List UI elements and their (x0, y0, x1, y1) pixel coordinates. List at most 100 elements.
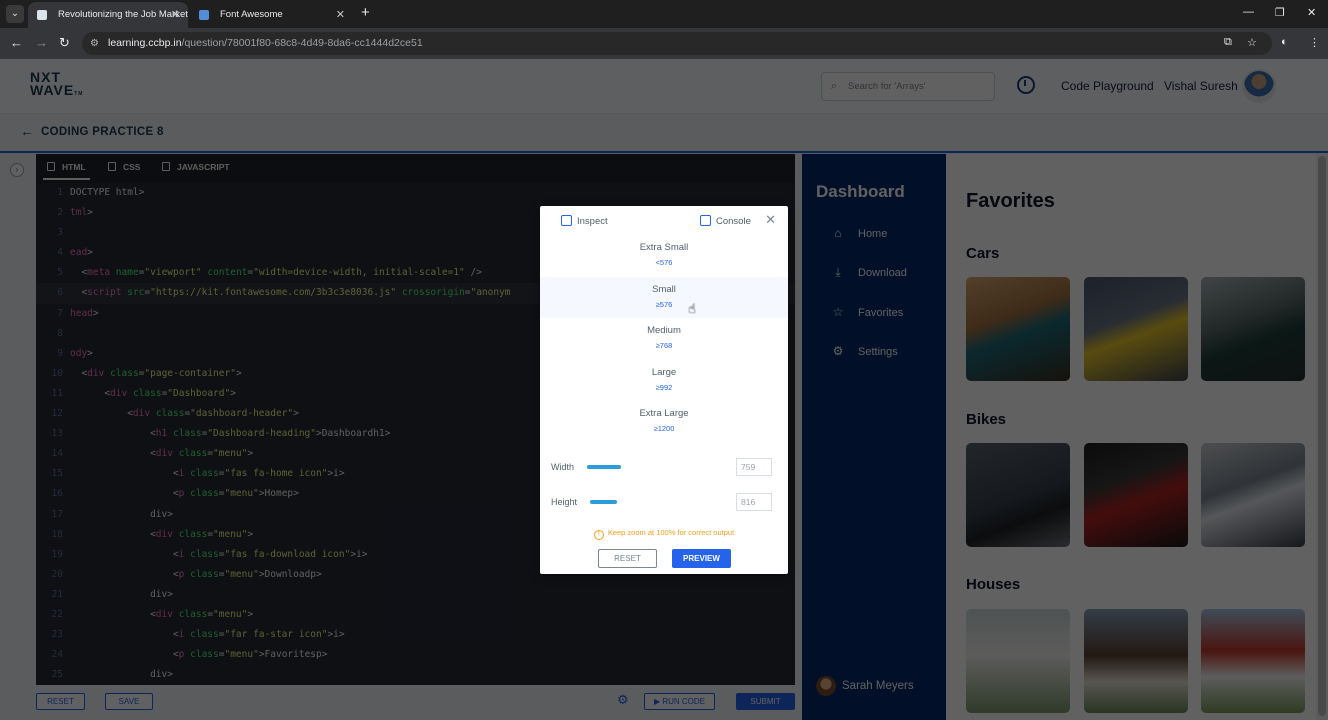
menu-item-download[interactable]: ⤓ Download (830, 265, 950, 280)
breakpoint-medium[interactable]: Medium ≥768 (540, 318, 788, 359)
width-input[interactable]: 759 (736, 458, 772, 476)
width-slider[interactable] (587, 465, 621, 469)
search-icon: ⌕ (831, 80, 838, 92)
minimize-icon[interactable]: — (1243, 6, 1254, 18)
reset-button[interactable]: RESET (598, 549, 657, 568)
breakpoint-name: Extra Small (639, 242, 689, 253)
gear-icon[interactable]: ⚙ (617, 692, 629, 708)
breakpoint-name: Small (652, 284, 676, 295)
close-tab-icon[interactable]: ✕ (336, 2, 345, 28)
code-line[interactable]: 24 <p class="menu">Favoritesp> (36, 645, 795, 665)
line-number: 21 (51, 588, 63, 600)
breakpoint-name: Medium (647, 325, 681, 336)
browser-tab-active[interactable]: Revolutionizing the Job Market | ✕ (28, 2, 188, 46)
menu-label: Settings (858, 346, 898, 358)
section-title-bikes: Bikes (966, 411, 1007, 428)
menu-item-settings[interactable]: ⚙ Settings (830, 344, 950, 358)
site-info-icon[interactable]: ⚙ (90, 32, 99, 55)
dashboard-heading: Dashboard (816, 182, 905, 201)
code-text: div> (150, 588, 173, 600)
code-text: <div class="menu"> (70, 608, 254, 620)
line-number: 4 (57, 247, 63, 259)
zoom-warning: ! Keep zoom at 100% for correct output (540, 528, 788, 540)
tab-label: CSS (123, 162, 141, 172)
console-checkbox[interactable]: Console (700, 215, 751, 227)
user-name[interactable]: Vishal Suresh (1164, 79, 1238, 93)
code-text: <i class="fas fa-download icon">i> (70, 548, 368, 560)
breakpoint-extra-small[interactable]: Extra Small <576 (540, 235, 788, 276)
menu-kebab-icon[interactable]: ⋮ (1309, 36, 1320, 49)
back-arrow-icon[interactable]: ← (10, 35, 23, 50)
breakpoint-large[interactable]: Large ≥992 (540, 360, 788, 401)
back-arrow-icon[interactable]: ← (20, 123, 34, 139)
install-app-icon[interactable]: ⧉ (1224, 36, 1232, 49)
line-number: 2 (57, 207, 63, 219)
maximize-icon[interactable]: ❐ (1275, 6, 1285, 19)
timer-icon[interactable] (1017, 76, 1035, 94)
breakpoint-value: ≥768 (655, 341, 673, 350)
address-bar[interactable]: ⚙ learning.ccbp.in/question/78001f80-68c… (82, 32, 1272, 55)
code-text: <script src="https://kit.fontawesome.com… (70, 287, 511, 299)
breakpoint-small[interactable]: Small ≥576 (540, 277, 788, 318)
close-icon[interactable]: ✕ (765, 212, 776, 228)
url-host: learning.ccbp.in (108, 37, 182, 49)
forward-arrow-icon[interactable]: → (35, 35, 48, 50)
preview-content: Favorites Cars Bikes Houses (946, 154, 1328, 720)
close-tab-icon[interactable]: ✕ (171, 2, 180, 28)
warning-icon: ! (593, 530, 604, 540)
code-line[interactable]: 22 <div class="menu"> (36, 605, 795, 625)
line-number: 11 (51, 387, 63, 399)
bookmark-star-icon[interactable]: ☆ (1247, 36, 1257, 49)
tab-html[interactable]: HTML (43, 162, 90, 180)
reset-code-button[interactable]: RESET (36, 693, 85, 710)
avatar[interactable] (1242, 69, 1276, 103)
nxtwave-logo[interactable]: NXT WAVETM (30, 70, 83, 101)
menu-item-home[interactable]: ⌂ Home (830, 226, 950, 240)
line-number: 25 (51, 669, 63, 681)
scrollbar-thumb[interactable] (1318, 156, 1326, 716)
profile-icon[interactable]: ◐ (1281, 36, 1288, 48)
tab-javascript[interactable]: JAVASCRIPT (162, 162, 230, 172)
browser-tabbar: ⌄ Revolutionizing the Job Market | ✕ Fon… (0, 0, 1328, 46)
preview-scrollbar[interactable] (1316, 154, 1328, 720)
line-number: 18 (51, 528, 63, 540)
menu-item-favorites[interactable]: ☆ Favorites (830, 305, 950, 319)
line-number: 23 (51, 629, 63, 641)
flag-favicon-icon (199, 10, 209, 20)
code-text: <div class="page-container"> (70, 367, 242, 379)
browser-tab[interactable]: Font Awesome ✕ (190, 2, 353, 28)
car-image (1201, 277, 1305, 381)
line-number: 14 (51, 448, 63, 460)
code-line[interactable]: 21 div> (36, 585, 795, 605)
page-title: CODING PRACTICE 8 (41, 126, 164, 138)
reload-icon[interactable]: ↻ (59, 35, 70, 51)
code-text: <p class="menu">Homep> (70, 488, 299, 500)
inspect-label: Inspect (577, 216, 608, 227)
code-line[interactable]: 23 <i class="far fa-star icon">i> (36, 625, 795, 645)
bike-image (1084, 443, 1188, 547)
code-line[interactable]: 25 div> (36, 665, 795, 685)
search-input[interactable]: ⌕ Search for 'Arrays' (821, 72, 995, 101)
window-close-icon[interactable]: ✕ (1307, 6, 1316, 19)
height-slider[interactable] (590, 500, 617, 504)
editor-tabs: HTML CSS JAVASCRIPT (36, 154, 795, 183)
height-input[interactable]: 816 (736, 493, 772, 511)
save-button[interactable]: SAVE (105, 693, 153, 710)
checkbox-icon (700, 215, 711, 226)
tab-css[interactable]: CSS (108, 162, 140, 172)
submit-button[interactable]: SUBMIT (736, 693, 795, 710)
run-code-button[interactable]: ▶ RUN CODE (644, 693, 715, 710)
new-tab-icon[interactable]: + (361, 4, 370, 21)
sidebar-user-name: Sarah Meyers (842, 680, 914, 693)
code-playground-link[interactable]: Code Playground (1061, 79, 1154, 93)
inspect-checkbox[interactable]: Inspect (561, 215, 608, 227)
expand-panel-icon[interactable]: › (10, 163, 24, 177)
tab-search-button[interactable]: ⌄ (6, 5, 24, 23)
run-code-label: RUN CODE (662, 697, 706, 706)
code-line[interactable]: 1 DOCTYPE html> (36, 183, 795, 203)
breakpoint-extra-large[interactable]: Extra Large ≥1200 (540, 401, 788, 442)
code-text: ead> (70, 247, 93, 259)
tab-label: HTML (62, 162, 86, 172)
preview-button[interactable]: PREVIEW (672, 549, 731, 568)
output-preview: Dashboard ⌂ Home ⤓ Download ☆ Favorites ⚙ Se… (802, 154, 1328, 720)
